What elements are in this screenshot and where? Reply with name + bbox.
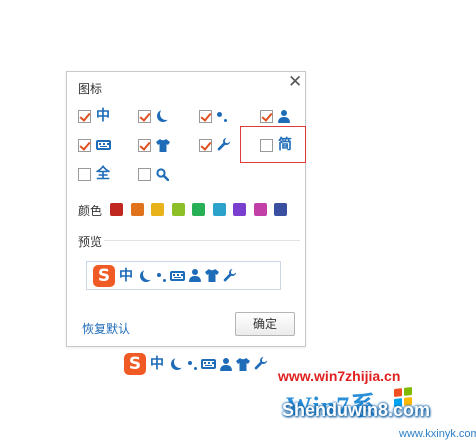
search-icon (156, 167, 169, 181)
status-chinese-icon[interactable]: 中 (150, 356, 164, 372)
checkbox-halfwidth[interactable] (138, 109, 151, 123)
color-swatch[interactable] (130, 203, 144, 216)
watermark-url-top: www.win7zhijia.cn (278, 368, 401, 384)
moon-icon (160, 108, 172, 120)
preview-chinese-icon: 中 (119, 267, 133, 284)
color-swatch[interactable] (151, 203, 164, 216)
shirt-icon (156, 138, 170, 152)
option-tools[interactable] (199, 136, 231, 154)
color-swatch[interactable] (274, 203, 287, 216)
option-halfwidth[interactable] (138, 107, 168, 125)
ime-status-bar[interactable]: S 中 (124, 351, 268, 377)
user-icon (278, 109, 290, 123)
color-swatch[interactable] (233, 203, 246, 216)
option-punctuation[interactable] (199, 107, 227, 125)
status-punctuation-icon[interactable] (188, 358, 197, 370)
chinese-mode-icon: 中 (96, 108, 110, 124)
color-swatch[interactable] (253, 203, 267, 216)
color-swatch[interactable] (110, 203, 123, 216)
status-sogou-logo-icon[interactable]: S (124, 353, 146, 375)
option-chinese[interactable]: 中 (78, 107, 110, 125)
close-icon[interactable]: ✕ (288, 74, 302, 91)
ok-button[interactable]: 确定 (235, 312, 295, 336)
checkbox-keyboard[interactable] (78, 138, 91, 152)
color-label: 颜色 (78, 204, 103, 218)
preview-moon-icon (143, 268, 155, 280)
preview-wrench-icon (223, 268, 236, 281)
dialog-title: 图标 (78, 82, 103, 96)
restore-default-link[interactable]: 恢复默认 (82, 320, 130, 337)
checkbox-chinese[interactable] (78, 109, 91, 123)
toolbar-preview: S 中 (86, 261, 281, 290)
preview-punctuation-icon (157, 270, 166, 282)
option-keyboard[interactable] (78, 136, 111, 154)
wrench-icon (217, 138, 230, 151)
option-search[interactable] (138, 165, 169, 183)
color-swatch[interactable] (212, 203, 226, 216)
color-swatch[interactable] (192, 203, 205, 216)
sogou-logo-icon: S (93, 264, 115, 287)
preview-divider (104, 240, 300, 241)
color-swatch[interactable] (171, 203, 185, 216)
watermark-brand: Shenduwin8.com (282, 400, 431, 420)
keyboard-icon (96, 140, 111, 150)
preview-user-icon (189, 269, 201, 282)
highlight-box (240, 126, 306, 163)
checkbox-user[interactable] (260, 109, 273, 123)
option-user[interactable] (260, 107, 290, 125)
checkbox-punctuation[interactable] (199, 109, 212, 123)
checkbox-search[interactable] (138, 167, 151, 181)
status-moon-icon[interactable] (174, 356, 186, 368)
option-fullwidth[interactable]: 全 (78, 165, 110, 183)
preview-keyboard-icon (170, 270, 185, 281)
preview-shirt-icon (205, 269, 219, 282)
status-shirt-icon[interactable] (236, 357, 250, 371)
watermark-url-bottom: www.kxinyk.com (399, 428, 476, 440)
status-keyboard-icon[interactable] (201, 359, 216, 369)
checkbox-tools[interactable] (199, 138, 212, 152)
punctuation-icon (217, 110, 227, 122)
status-user-icon[interactable] (220, 357, 232, 371)
preview-label: 预览 (78, 235, 103, 249)
status-wrench-icon[interactable] (254, 357, 268, 371)
checkbox-fullwidth[interactable] (78, 167, 91, 181)
option-skin[interactable] (138, 136, 170, 154)
fullwidth-icon: 全 (96, 166, 110, 182)
checkbox-skin[interactable] (138, 138, 151, 152)
